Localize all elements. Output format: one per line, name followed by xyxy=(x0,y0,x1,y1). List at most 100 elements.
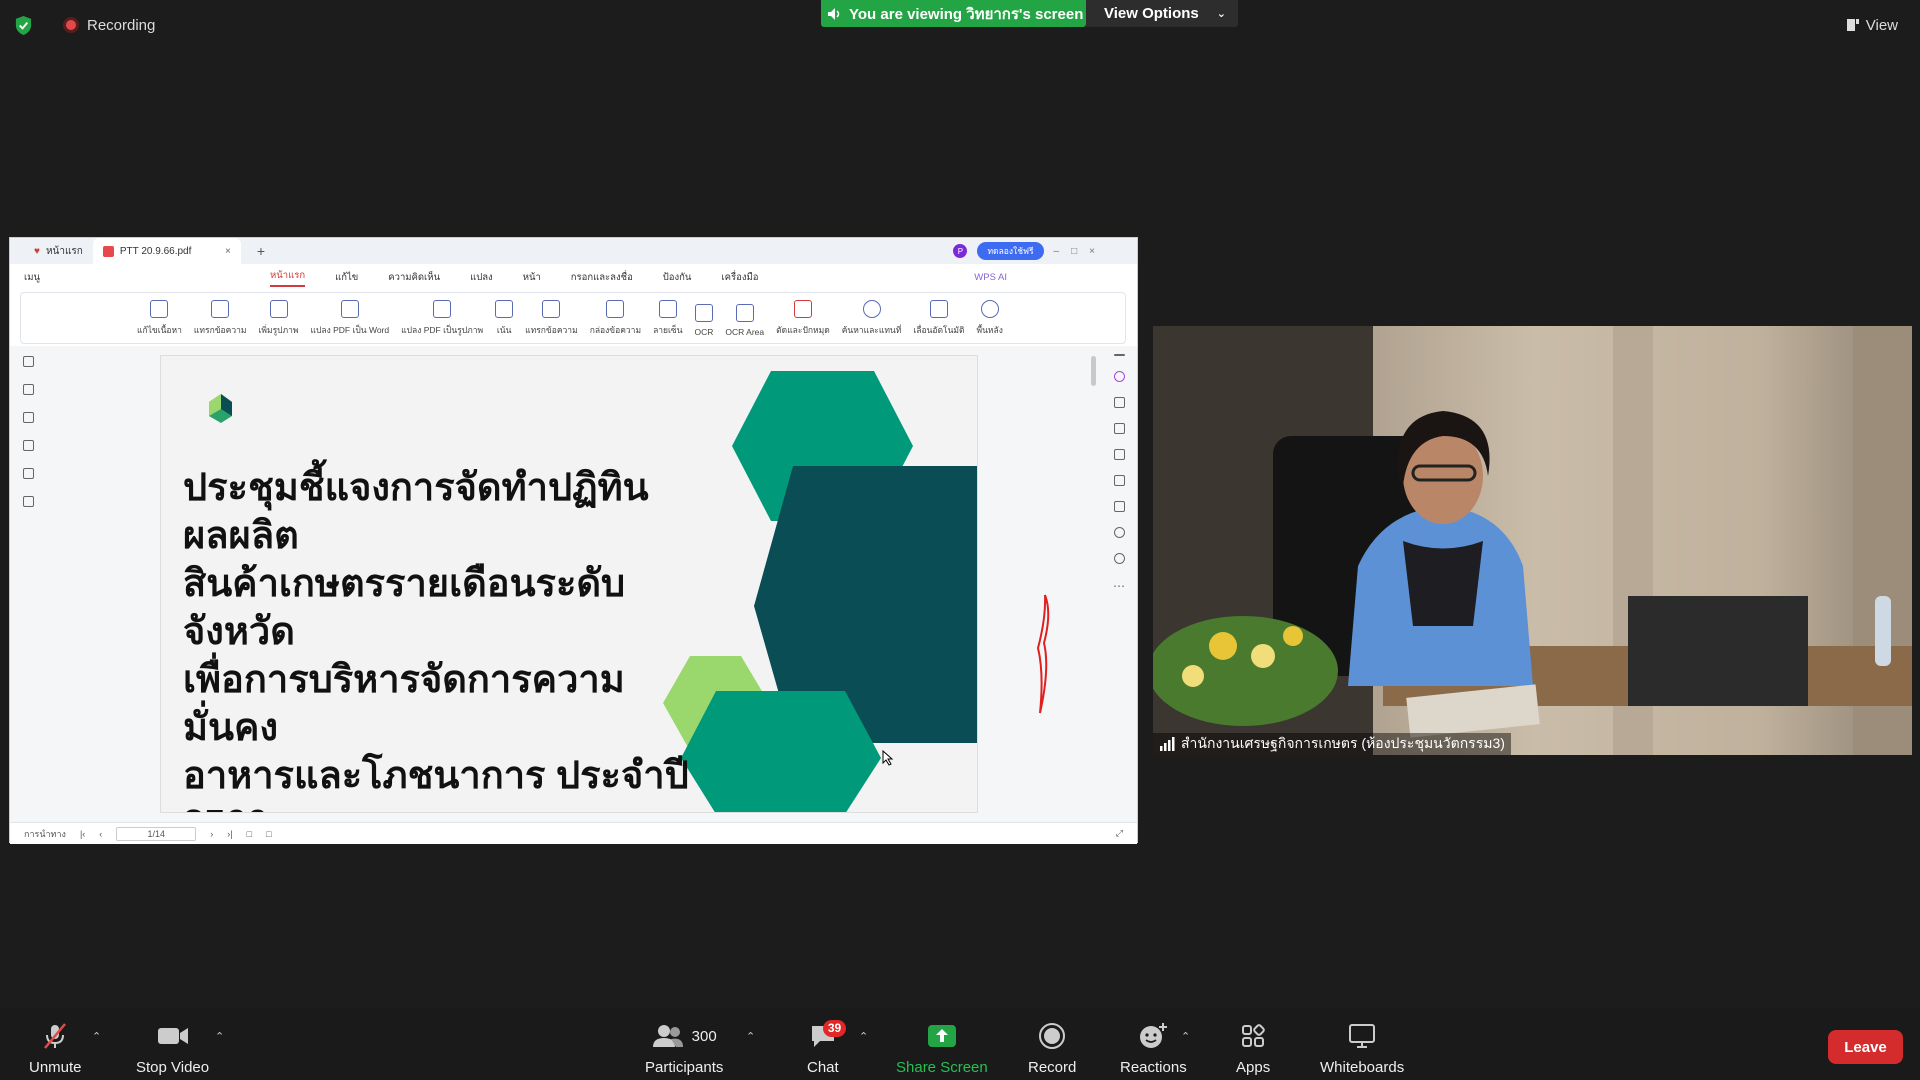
close-icon[interactable]: × xyxy=(225,246,231,257)
tab-document[interactable]: PTT 20.9.66.pdf × xyxy=(92,238,241,264)
help-icon[interactable] xyxy=(1113,553,1125,564)
scroll-icon xyxy=(929,300,948,318)
menu-protect[interactable]: ป้องกัน xyxy=(663,270,692,285)
leave-button[interactable]: Leave xyxy=(1828,1030,1903,1064)
tool-label: เน้น xyxy=(496,325,512,335)
video-options-caret[interactable]: ⌃ xyxy=(215,1030,224,1043)
tool-ocr-area[interactable]: OCR Area xyxy=(725,304,764,337)
app-tab-bar: ♥ หน้าแรก PTT 20.9.66.pdf × + P ทดลองใช้… xyxy=(10,238,1137,264)
tool-crop-pin[interactable]: ตัดและปักหมุด xyxy=(776,300,830,337)
whiteboards-button[interactable]: Whiteboards xyxy=(1320,1022,1404,1076)
tool-highlight[interactable]: เน้น xyxy=(495,300,514,337)
menu-comment[interactable]: ความคิดเห็น xyxy=(388,270,440,285)
participants-options-caret[interactable]: ⌃ xyxy=(746,1030,755,1043)
signature-panel-icon[interactable] xyxy=(22,468,34,479)
tool-ocr[interactable]: OCR xyxy=(694,304,714,337)
menu-page[interactable]: หน้า xyxy=(523,270,541,285)
tool-pdf-to-word[interactable]: แปลง PDF เป็น Word xyxy=(310,300,390,337)
quick-menu-button[interactable]: เมนู xyxy=(24,270,40,285)
video-camera-icon xyxy=(157,1028,188,1044)
view-button[interactable]: View xyxy=(1846,14,1898,36)
participants-label: Participants xyxy=(645,1059,724,1076)
participants-button[interactable]: 300 Participants xyxy=(645,1022,723,1076)
tool-find-replace[interactable]: ค้นหาและแทนที่ xyxy=(842,300,901,337)
attachment-icon[interactable] xyxy=(22,440,34,451)
new-tab-icon[interactable]: + xyxy=(257,243,265,259)
menu-tools[interactable]: เครื่องมือ xyxy=(721,270,758,285)
tool-insert-text[interactable]: แทรกข้อความ xyxy=(194,300,246,337)
tool-text-box[interactable]: กล่องข้อความ xyxy=(590,300,641,337)
chat-options-caret[interactable]: ⌃ xyxy=(859,1030,868,1043)
thumbnail-icon[interactable] xyxy=(22,384,34,395)
tool-pdf-to-image[interactable]: แปลง PDF เป็นรูปภาพ xyxy=(401,300,483,337)
first-page-icon[interactable]: |‹ xyxy=(80,829,85,839)
reactions-options-caret[interactable]: ⌃ xyxy=(1181,1030,1190,1043)
slide-title-line: ประชุมชี้แจงการจัดทำปฏิทินผลผลิต xyxy=(183,467,649,557)
next-page-icon[interactable]: › xyxy=(210,829,213,839)
menu-convert[interactable]: แปลง xyxy=(470,270,493,285)
left-panel-rail xyxy=(10,346,46,822)
fullscreen-icon[interactable]: ⤢ xyxy=(1116,828,1123,839)
bookmark-icon[interactable] xyxy=(22,356,34,367)
pdf-page: ประชุมชี้แจงการจัดทำปฏิทินผลผลิต สินค้าเ… xyxy=(160,355,978,813)
tool-label: แปลง PDF เป็น Word xyxy=(310,325,390,335)
tool-label: แก้ไขเนื้อหา xyxy=(137,325,182,335)
view-options-button[interactable]: View Options ⌄ xyxy=(1086,0,1238,27)
last-page-icon[interactable]: ›| xyxy=(227,829,232,839)
whiteboards-label: Whiteboards xyxy=(1320,1059,1405,1076)
meeting-status-area: Recording xyxy=(14,14,155,36)
tool-edit-content[interactable]: แก้ไขเนื้อหา xyxy=(137,300,182,337)
record-label: Record xyxy=(1028,1059,1077,1076)
edit-icon[interactable] xyxy=(1113,397,1125,408)
reactions-label: Reactions xyxy=(1120,1059,1187,1076)
share-screen-label: Share Screen xyxy=(896,1059,988,1076)
tab-home[interactable]: ♥ หน้าแรก xyxy=(10,238,93,264)
tool-signature[interactable]: ลายเซ็น xyxy=(653,300,683,337)
more-icon[interactable]: ⋯ xyxy=(1113,579,1125,593)
tool-label: แปลง PDF เป็นรูปภาพ xyxy=(401,325,484,335)
prev-page-icon[interactable]: ‹ xyxy=(99,829,102,839)
scrollbar[interactable] xyxy=(1091,356,1096,386)
reactions-button[interactable]: Reactions xyxy=(1120,1022,1187,1076)
unmute-button[interactable]: Unmute xyxy=(29,1022,82,1076)
fit-page-icon[interactable]: □ xyxy=(266,829,271,839)
signal-strength-icon xyxy=(1160,737,1175,751)
navigation-toggle[interactable]: การนำทาง xyxy=(24,827,66,841)
page-number-field[interactable]: 1/14 xyxy=(116,826,197,841)
participant-video-tile[interactable]: สำนักงานเศรษฐกิจการเกษตร (ห้องประชุมนวัต… xyxy=(1153,326,1912,755)
tool-background[interactable]: พื้นหลัง xyxy=(977,300,1003,337)
free-trial-badge[interactable]: ทดลองใช้ฟรี xyxy=(977,242,1044,260)
menu-home[interactable]: หน้าแรก xyxy=(270,268,306,287)
minimize-icon[interactable] xyxy=(1113,354,1125,356)
tool-label: OCR xyxy=(694,327,714,337)
stop-video-button[interactable]: Stop Video xyxy=(136,1022,209,1076)
fit-width-icon[interactable]: □ xyxy=(247,829,252,839)
chat-button[interactable]: 39 Chat xyxy=(807,1020,847,1076)
viewing-banner-text: You are viewing วิทยากร's screen xyxy=(849,5,1084,23)
window-controls[interactable]: –□× xyxy=(1054,246,1107,257)
share-screen-button[interactable]: Share Screen xyxy=(896,1022,988,1076)
apps-button[interactable]: Apps xyxy=(1236,1022,1270,1076)
menu-fill-sign[interactable]: กรอกและลงชื่อ xyxy=(571,270,633,285)
unmute-label: Unmute xyxy=(29,1059,82,1076)
save-icon[interactable] xyxy=(1113,501,1125,512)
zoom-icon[interactable] xyxy=(1113,527,1125,538)
pen-icon[interactable] xyxy=(1113,449,1125,460)
security-shield-icon[interactable] xyxy=(14,15,33,36)
align-icon[interactable] xyxy=(1113,475,1125,486)
ai-icon[interactable] xyxy=(1113,371,1125,382)
tool-add-image[interactable]: เพิ่มรูปภาพ xyxy=(258,300,299,337)
speaker-icon xyxy=(828,7,840,20)
menu-edit[interactable]: แก้ไข xyxy=(335,270,358,285)
record-button[interactable]: Record xyxy=(1028,1022,1076,1076)
audio-options-caret[interactable]: ⌃ xyxy=(92,1030,101,1043)
account-avatar[interactable]: P xyxy=(953,244,968,258)
layers-icon[interactable] xyxy=(22,496,34,507)
tool-insert-comment[interactable]: แทรกข้อความ xyxy=(525,300,578,337)
wps-ai-button[interactable]: WPS AI xyxy=(974,272,1007,283)
viewing-banner: You are viewing วิทยากร's screen xyxy=(821,0,1086,27)
document-icon[interactable] xyxy=(1113,423,1125,434)
tool-auto-scroll[interactable]: เลื่อนอัตโนมัติ xyxy=(913,300,965,337)
comment-panel-icon[interactable] xyxy=(22,412,34,423)
highlight-icon xyxy=(495,300,514,318)
